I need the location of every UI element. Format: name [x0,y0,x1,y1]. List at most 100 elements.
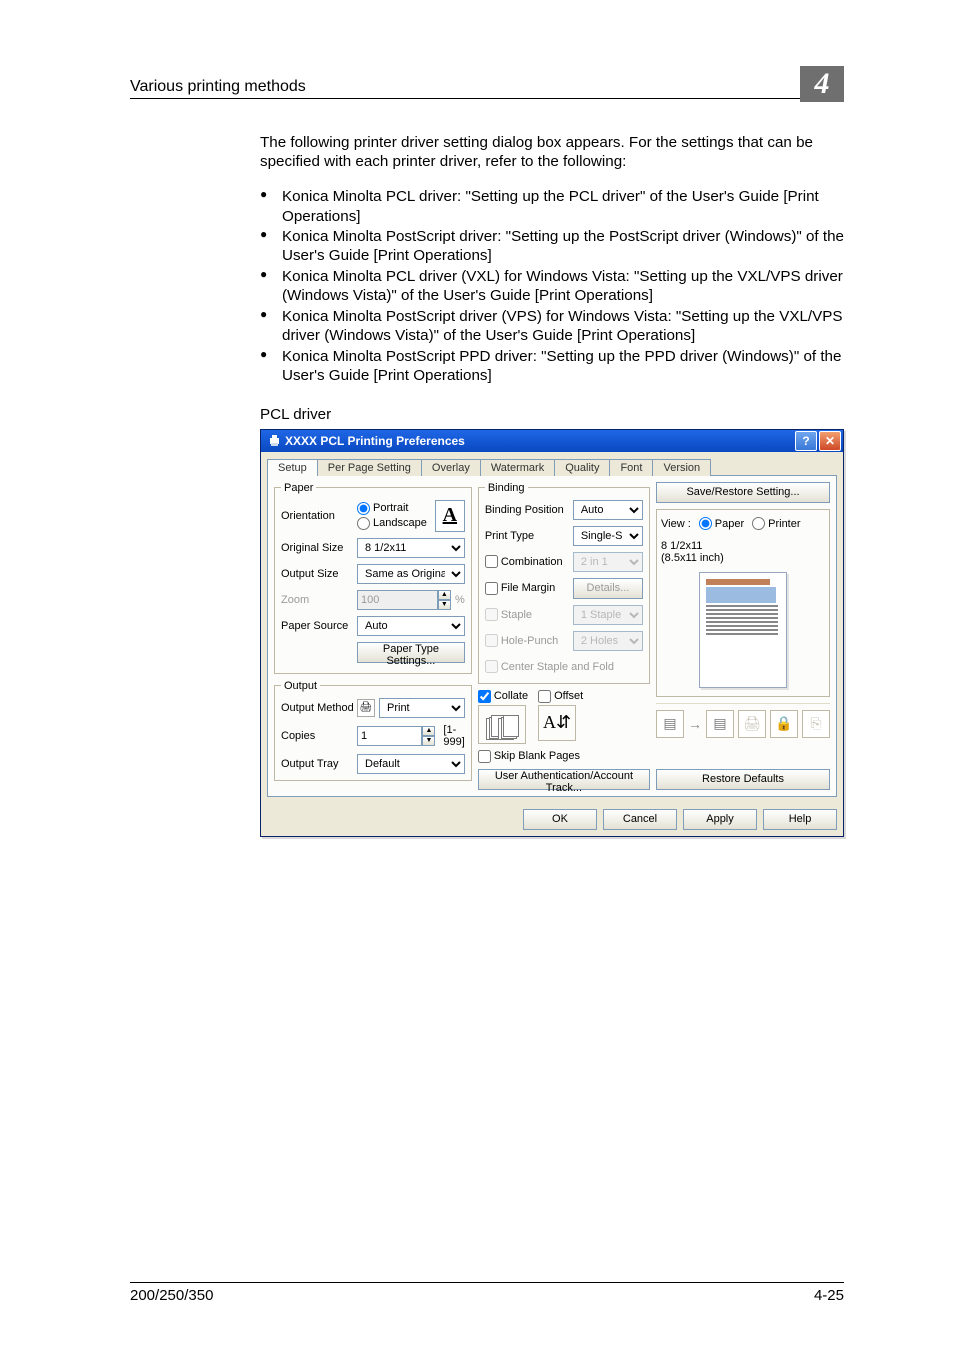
paper-preview [661,568,825,692]
tab-font[interactable]: Font [609,459,653,476]
hole-punch-select: 2 Holes [573,631,643,651]
output-method-label: Output Method [281,702,357,714]
output-tray-select[interactable]: Default [357,754,465,774]
file-margin-checkbox[interactable]: File Margin [485,582,573,595]
bullet-item: Konica Minolta PostScript driver: "Setti… [260,227,844,266]
bullet-item: Konica Minolta PostScript driver (VPS) f… [260,307,844,346]
tab-watermark[interactable]: Watermark [480,459,555,476]
apply-button[interactable]: Apply [683,809,757,830]
driver-heading: PCL driver [260,406,844,423]
bullet-item: Konica Minolta PostScript PPD driver: "S… [260,347,844,386]
binding-group: Binding Binding Position Auto Print Type… [478,482,650,684]
view-label: View : [661,518,691,530]
binding-position-label: Binding Position [485,504,573,516]
combination-label: Combination [501,556,563,568]
paper-group: Paper Orientation Portrait Landscape A [274,482,472,674]
hole-punch-label: Hole-Punch [501,635,558,647]
offset-label: Offset [554,690,583,702]
paper-source-select[interactable]: Auto [357,616,465,636]
output-size-label: Output Size [281,568,357,580]
dialog-title: XXXX PCL Printing Preferences [285,434,793,448]
collate-checkbox[interactable]: Collate [478,690,528,703]
combination-checkbox[interactable]: Combination [485,555,573,568]
spinner-up-icon[interactable]: ▲ [422,726,435,736]
orientation-icon: A [435,500,465,532]
section-title: Various printing methods [130,78,800,96]
titlebar-close-button[interactable]: ✕ [819,431,841,451]
print-type-select[interactable]: Single-Sided [573,526,643,546]
lock-icon: 🔒 [770,710,798,738]
print-type-label: Print Type [485,530,573,542]
help-button[interactable]: Help [763,809,837,830]
bullet-item: Konica Minolta PCL driver (VXL) for Wind… [260,267,844,306]
zoom-suffix: % [455,594,465,606]
binding-legend: Binding [485,482,528,494]
spinner-up-icon: ▲ [438,590,451,600]
chapter-number-badge: 4 [800,66,844,102]
titlebar-help-button[interactable]: ? [795,431,817,451]
staple-select: 1 Staple [573,605,643,625]
dialog-titlebar: XXXX PCL Printing Preferences ? ✕ [261,430,843,452]
hole-punch-checkbox: Hole-Punch [485,634,573,647]
paper-source-label: Paper Source [281,620,357,632]
portrait-label: Portrait [373,502,408,514]
center-staple-label: Center Staple and Fold [501,661,614,673]
page-header: Various printing methods 4 [130,60,844,99]
view-size-line1: 8 1/2x11 [661,540,825,552]
center-staple-checkbox: Center Staple and Fold [485,660,614,673]
ok-button[interactable]: OK [523,809,597,830]
view-paper-label: Paper [715,518,744,530]
output-group: Output Output Method 🖨 Print Copies [274,680,472,781]
orientation-landscape-radio[interactable]: Landscape [357,517,427,530]
spinner-down-icon: ▼ [438,600,451,610]
cancel-button[interactable]: Cancel [603,809,677,830]
page-footer: 200/250/350 4-25 [130,1282,844,1304]
printer-icon [267,434,281,448]
footer-left: 200/250/350 [130,1287,213,1304]
arrow-right-icon: → [688,716,702,732]
pages-icon: ▤ [656,710,684,738]
view-printer-radio[interactable]: Printer [752,517,800,530]
tab-overlay[interactable]: Overlay [421,459,481,476]
footer-right: 4-25 [814,1287,844,1304]
original-size-select[interactable]: 8 1/2x11 [357,538,465,558]
staple-label: Staple [501,609,532,621]
status-icon-strip: ▤ → ▤ 🖨 🔒 ⎘ [656,703,830,744]
staple-checkbox: Staple [485,608,573,621]
offset-icon: A⇵ [538,705,576,741]
collate-icon [478,705,526,744]
output-size-select[interactable]: Same as Original Size [357,564,465,584]
output-pages-icon: ▤ [706,710,734,738]
tab-panel-setup: Paper Orientation Portrait Landscape A [267,475,837,797]
tab-setup[interactable]: Setup [267,459,318,476]
skip-blank-pages-checkbox[interactable]: Skip Blank Pages [478,750,650,763]
output-method-select[interactable]: Print [379,698,465,718]
output-legend: Output [281,680,320,692]
spinner-down-icon[interactable]: ▼ [422,736,435,746]
copies-input[interactable] [357,726,422,746]
file-margin-label: File Margin [501,582,555,594]
offset-checkbox[interactable]: Offset [538,690,583,703]
zoom-label: Zoom [281,594,357,606]
view-paper-radio[interactable]: Paper [699,517,744,530]
output-tray-label: Output Tray [281,758,357,770]
zoom-input [357,590,438,610]
dialog-button-row: OK Cancel Apply Help [261,803,843,836]
view-printer-label: Printer [768,518,800,530]
tab-quality[interactable]: Quality [554,459,610,476]
view-panel: View : Paper Printer 8 1/2x11 (8.5x11 in… [656,509,830,697]
bullet-list: Konica Minolta PCL driver: "Setting up t… [260,187,844,386]
user-authentication-button[interactable]: User Authentication/Account Track... [478,769,650,790]
binding-position-select[interactable]: Auto [573,500,643,520]
tab-strip: Setup Per Page Setting Overlay Watermark… [261,452,843,475]
paper-type-settings-button[interactable]: Paper Type Settings... [357,642,465,663]
save-restore-setting-button[interactable]: Save/Restore Setting... [656,482,830,503]
lead-paragraph: The following printer driver setting dia… [260,133,844,172]
orientation-portrait-radio[interactable]: Portrait [357,502,427,515]
tab-per-page-setting[interactable]: Per Page Setting [317,459,422,476]
tab-version[interactable]: Version [652,459,711,476]
collate-label: Collate [494,690,528,702]
skip-blank-label: Skip Blank Pages [494,750,580,762]
view-size-line2: (8.5x11 inch) [661,552,825,564]
restore-defaults-button[interactable]: Restore Defaults [656,769,830,790]
